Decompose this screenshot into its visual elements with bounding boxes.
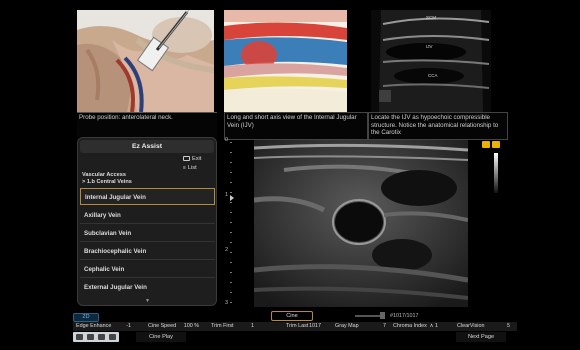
reference-panel-long-short-axis: Long and short axis view of the Internal… <box>224 10 368 140</box>
vein-diagram <box>224 10 347 112</box>
reference-ultrasound-image: SCM IJV CCA <box>371 10 491 112</box>
gray-scale-bar <box>494 153 498 193</box>
ez-item-axillary-vein[interactable]: Axillary Vein <box>80 207 215 224</box>
depth-scale: 0 1 2 3 <box>225 137 233 310</box>
breadcrumb: Vascular Access > 1.b Central Veins <box>82 172 132 185</box>
ultrasound-image[interactable] <box>254 140 468 307</box>
mini-toolbar <box>73 332 119 342</box>
ez-assist-panel: Ez Assist Exit ≡ List Vascular Access > 1… <box>77 137 217 306</box>
panel-caption: Locate the IJV as hypoechoic compressibl… <box>368 112 508 140</box>
ez-item-brachiocephalic-vein[interactable]: Brachiocephalic Vein <box>80 243 215 260</box>
toolbar-icon[interactable] <box>76 334 83 340</box>
ez-item-external-jugular-vein[interactable]: External Jugular Vein <box>80 279 215 296</box>
exit-button[interactable]: Exit <box>183 156 201 162</box>
param-clearvision-label[interactable]: ClearVision <box>457 322 484 331</box>
param-edge-enhance-label[interactable]: Edge Enhance <box>76 322 111 331</box>
list-icon: ≡ <box>183 165 186 171</box>
param-chroma-index-label[interactable]: Chroma Index <box>393 322 427 331</box>
bottom-button-row: Cine Play Next Page <box>73 332 517 342</box>
depth-label-2: 2 <box>225 247 229 253</box>
label-scm: SCM <box>426 15 436 20</box>
param-chroma-index-value: ∧ 1 <box>429 323 438 329</box>
param-trim-last-value: 1017 <box>309 323 321 329</box>
next-page-button[interactable]: Next Page <box>456 332 506 342</box>
breadcrumb-subcategory: > 1.b Central Veins <box>82 178 132 185</box>
depth-label-0: 0 <box>225 137 229 143</box>
toolbar-icon[interactable] <box>87 334 94 340</box>
param-gray-map-label[interactable]: Gray Map <box>335 322 359 331</box>
ez-item-internal-jugular-vein[interactable]: Internal Jugular Vein <box>80 188 215 205</box>
label-cca: CCA <box>428 73 438 78</box>
lock-icon[interactable] <box>482 141 490 148</box>
list-label: List <box>187 165 197 171</box>
exit-icon <box>183 156 190 162</box>
settings-icon[interactable] <box>492 141 500 148</box>
panel-caption: Probe position: anterolateral neck. <box>77 112 217 140</box>
parameter-bar: Edge Enhance -1 Cine Speed 100 % Trim Fi… <box>73 322 517 331</box>
reference-panel-ultrasound: SCM IJV CCA Locate the IJV as hypoechoic… <box>368 10 508 140</box>
cine-play-button[interactable]: Cine Play <box>136 332 186 342</box>
label-ijv: IJV <box>426 44 433 49</box>
cine-button[interactable]: Cine <box>271 311 313 321</box>
param-trim-first-value: 1 <box>251 323 254 329</box>
anatomy-illustration <box>77 10 214 112</box>
reference-panel-probe-position: Probe position: anterolateral neck. <box>77 10 217 140</box>
tab-2d[interactable]: 2D <box>73 313 99 322</box>
frame-counter: #1017/1017 <box>390 313 419 319</box>
depth-label-3: 3 <box>225 300 229 306</box>
breadcrumb-category: Vascular Access <box>82 172 126 178</box>
param-gray-map-value: 7 <box>383 323 386 329</box>
ez-assist-title: Ez Assist <box>80 140 214 153</box>
param-cine-speed-value: 100 % <box>183 323 199 329</box>
param-clearvision-value: 5 <box>507 323 510 329</box>
ez-item-cephalic-vein[interactable]: Cephalic Vein <box>80 261 215 278</box>
param-trim-first-label[interactable]: Trim First <box>211 322 234 331</box>
toolbar-icon[interactable] <box>98 334 105 340</box>
focus-marker-icon[interactable] <box>230 195 234 201</box>
toolbar-icon[interactable] <box>109 334 116 340</box>
param-cine-speed-label[interactable]: Cine Speed <box>148 322 176 331</box>
list-button[interactable]: ≡ List <box>183 165 197 171</box>
param-edge-enhance-value: -1 <box>126 323 131 329</box>
param-trim-last-label[interactable]: Trim Last <box>286 322 308 331</box>
scroll-down-icon[interactable]: ▼ <box>145 298 150 304</box>
depth-label-1: 1 <box>225 192 229 198</box>
cine-slider-handle[interactable] <box>380 312 385 319</box>
panel-caption: Long and short axis view of the Internal… <box>224 112 368 140</box>
ez-item-subclavian-vein[interactable]: Subclavian Vein <box>80 225 215 242</box>
exit-label: Exit <box>192 156 202 162</box>
